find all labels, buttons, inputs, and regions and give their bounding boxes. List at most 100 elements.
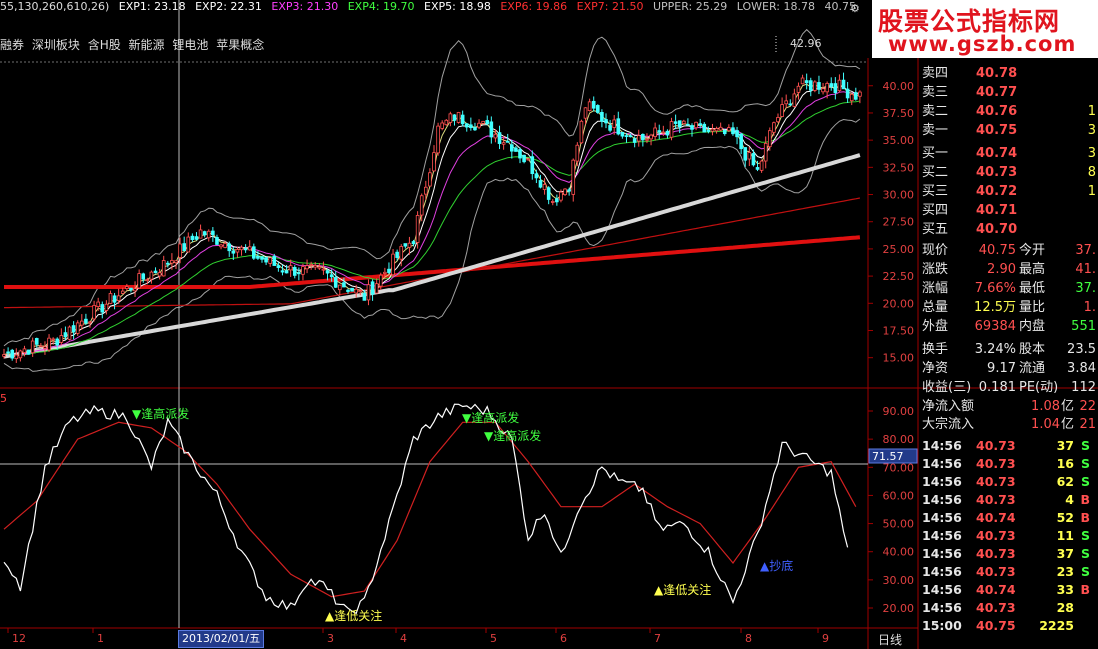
candlesticks <box>2 72 862 363</box>
candle <box>432 145 436 172</box>
tick-row: 14:56 40.73 23 S <box>918 563 1098 581</box>
concept-tag[interactable]: 苹果概念 <box>216 38 264 52</box>
candle-body <box>616 118 621 135</box>
candle-body <box>759 160 764 171</box>
candle-body <box>268 257 272 264</box>
candle-body <box>186 236 191 253</box>
candle-body <box>817 82 821 90</box>
candle <box>100 301 105 319</box>
candle <box>571 158 576 202</box>
tick-volume: 23 <box>1056 564 1074 579</box>
quote-row: 收益(三) 0.181 PE(动) 112 <box>918 378 1098 397</box>
ask-row[interactable]: 卖二 40.76 1 <box>918 102 1098 121</box>
stock-chart-window: ▼逢高派发 ▼逢高派发 ▼逢高派发 ▲逢低关注 ▲逢低关注 ▲抄底 40.00 37.50 3… <box>0 0 1098 649</box>
candle <box>67 325 72 341</box>
tick-price: 40.73 <box>976 438 1016 453</box>
tick-side: S <box>1080 474 1090 489</box>
candle-body <box>30 340 35 354</box>
candle-body <box>702 123 707 133</box>
candle-body <box>694 121 698 129</box>
candle-body <box>620 131 625 137</box>
exp5-value: EXP5: 18.98 <box>424 0 491 13</box>
level-volume: 1 <box>1087 104 1096 119</box>
candle-body <box>526 158 530 161</box>
candle <box>792 88 797 108</box>
candle <box>243 244 248 253</box>
price-axis-label: 17.50 <box>883 324 915 337</box>
candle-body <box>75 322 80 334</box>
tick-time: 14:56 <box>922 582 962 597</box>
tick-row: 14:56 40.73 28 <box>918 599 1098 617</box>
candle-body <box>161 260 166 277</box>
period-selector[interactable]: 日线 <box>878 631 902 648</box>
quote-row: 涨幅 7.66% 最低 37. <box>918 279 1098 298</box>
tick-volume: 62 <box>1056 474 1074 489</box>
concept-tag[interactable]: 深圳板块 <box>32 38 80 52</box>
candle <box>141 272 146 283</box>
quote-value: 3.84 <box>1067 361 1096 376</box>
candle-body <box>166 262 170 265</box>
ask-row[interactable]: 卖一 40.75 3 <box>918 121 1098 140</box>
candle-body <box>641 133 645 141</box>
candle-body <box>198 229 203 239</box>
bid-row[interactable]: 买二 40.73 8 <box>918 163 1098 182</box>
candle <box>153 267 158 274</box>
quote-label: 净资 <box>922 361 949 376</box>
ask-row[interactable]: 卖四 40.78 <box>918 64 1098 83</box>
candle-body <box>325 270 330 274</box>
concept-tag[interactable]: 锂电池 <box>172 38 208 52</box>
candle-body <box>677 120 682 128</box>
candle-body <box>481 120 485 124</box>
candle <box>649 133 653 146</box>
tick-row: 14:56 40.74 33 B <box>918 581 1098 599</box>
bid-row[interactable]: 买五 40.70 <box>918 220 1098 239</box>
candle-body <box>768 130 772 148</box>
ask-row[interactable]: 卖三 40.77 <box>918 83 1098 102</box>
level-price: 40.71 <box>976 203 1018 218</box>
candle-body <box>22 348 27 353</box>
indicator-label: 5 <box>0 392 7 405</box>
tick-price: 40.73 <box>976 564 1016 579</box>
candle <box>43 341 47 355</box>
month-label: 7 <box>654 632 661 645</box>
bid-row[interactable]: 买三 40.72 1 <box>918 182 1098 201</box>
quote-value: 12.5万 <box>974 300 1016 315</box>
tick-volume: 4 <box>1065 492 1074 507</box>
candle-body <box>67 326 72 340</box>
candle-body <box>505 140 510 143</box>
bid-row[interactable]: 买四 40.71 <box>918 201 1098 220</box>
candle <box>387 262 391 275</box>
candle <box>579 119 584 144</box>
candle <box>161 255 166 277</box>
level-label: 卖四 <box>922 66 949 81</box>
candle <box>444 119 449 126</box>
candle <box>800 74 805 85</box>
candle-body <box>190 235 195 240</box>
candle <box>514 145 518 152</box>
candle-body <box>383 271 387 274</box>
concept-tag[interactable]: 融券 <box>0 38 24 52</box>
level-price: 40.75 <box>976 123 1018 138</box>
bid-row[interactable]: 买一 40.74 3 <box>918 144 1098 163</box>
level-price: 40.74 <box>976 146 1018 161</box>
tick-time: 14:56 <box>922 456 962 471</box>
candle-body <box>743 147 748 161</box>
price-axis-label: 30.00 <box>883 189 915 202</box>
candle <box>673 114 678 130</box>
month-label: 9 <box>822 632 829 645</box>
candle <box>129 287 133 293</box>
candle-body <box>415 215 420 243</box>
candle-body <box>129 287 133 291</box>
concept-tag[interactable]: 含H股 <box>88 38 121 52</box>
gear-icon[interactable]: ⚙ <box>850 2 860 15</box>
exp4-value: EXP4: 19.70 <box>347 0 415 13</box>
candle-body <box>432 152 436 172</box>
candle <box>47 334 51 353</box>
candle-body <box>51 338 55 341</box>
concept-tag[interactable]: 新能源 <box>129 38 165 52</box>
level-label: 卖三 <box>922 85 949 100</box>
flow-value: 1.08 <box>1031 399 1060 414</box>
quote-value: 23.5 <box>1067 342 1096 357</box>
concept-tags: 融券 深圳板块 含H股 新能源 锂电池 苹果概念 <box>0 36 268 53</box>
quote-label: 现价 <box>922 243 949 258</box>
